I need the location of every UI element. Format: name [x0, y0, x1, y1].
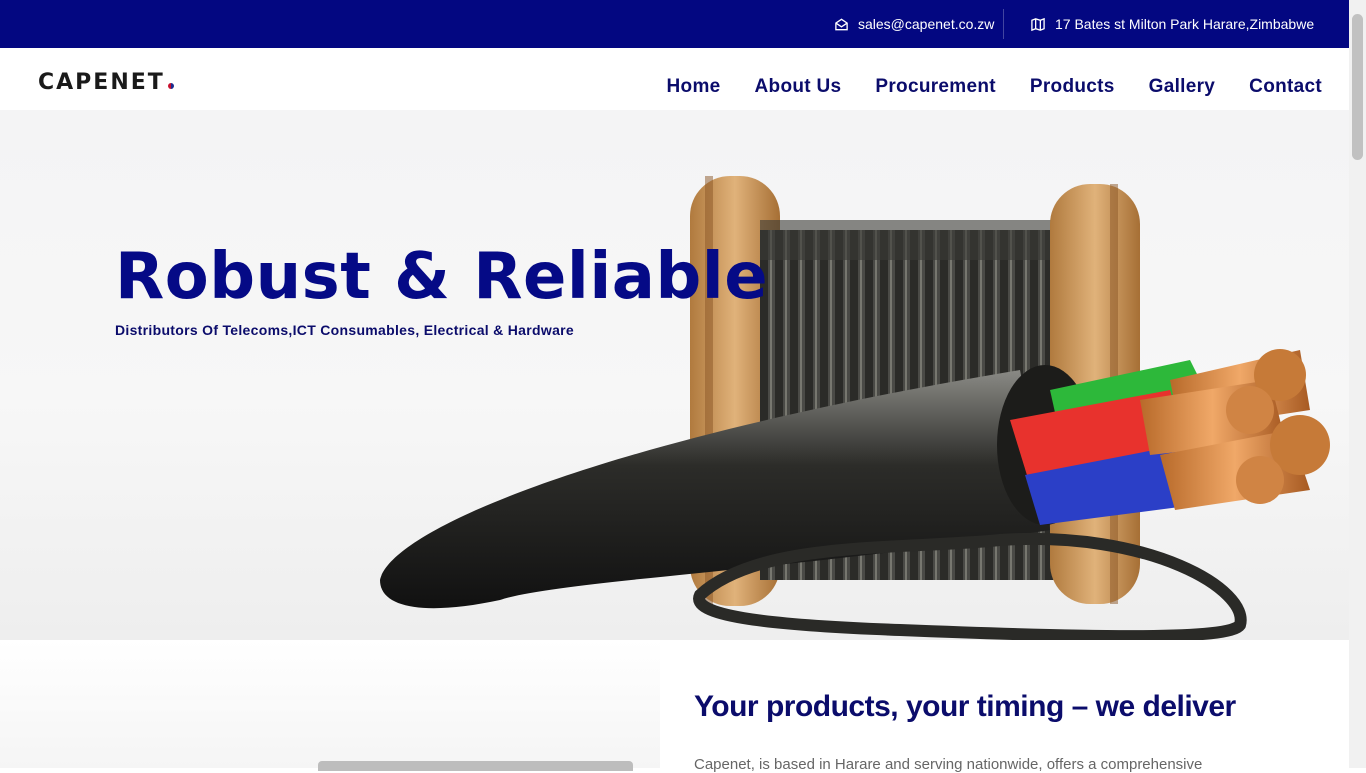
address-text: 17 Bates st Milton Park Harare,Zimbabwe [1055, 16, 1315, 32]
hero-banner: Robust & Reliable Distributors Of Teleco… [0, 110, 1349, 640]
address-contact: 17 Bates st Milton Park Harare,Zimbabwe [1030, 0, 1314, 48]
cable-reel-image [380, 176, 1330, 640]
main-nav: Home About Us Procurement Products Galle… [667, 76, 1322, 98]
intro-heading: Your products, your timing – we deliver [694, 690, 1236, 723]
logo-dot-icon [167, 83, 174, 89]
map-icon [1031, 17, 1045, 31]
divider [1003, 9, 1004, 39]
hero-title: Robust & Reliable [115, 240, 769, 314]
nav-home[interactable]: Home [667, 76, 721, 98]
intro-image-card [318, 761, 633, 771]
intro-body: Capenet, is based in Harare and serving … [694, 756, 1203, 773]
logo-text[interactable]: CAPENET [38, 70, 165, 95]
nav-about-us[interactable]: About Us [755, 76, 842, 98]
scrollbar-thumb[interactable] [1352, 14, 1363, 160]
top-contact-bar: sales@capenet.co.zw 17 Bates st Milton P… [0, 0, 1349, 48]
email-contact[interactable]: sales@capenet.co.zw [834, 0, 994, 48]
email-text[interactable]: sales@capenet.co.zw [858, 16, 994, 32]
hero-subtitle: Distributors Of Telecoms,ICT Consumables… [115, 322, 574, 338]
envelope-open-icon [835, 18, 848, 30]
nav-contact[interactable]: Contact [1249, 76, 1322, 98]
nav-procurement[interactable]: Procurement [875, 76, 996, 98]
nav-products[interactable]: Products [1030, 76, 1115, 98]
nav-gallery[interactable]: Gallery [1149, 76, 1216, 98]
page-scrollbar[interactable] [1349, 0, 1366, 768]
intro-image-area [0, 640, 660, 771]
capenet-logo[interactable]: CAPENET [38, 70, 174, 95]
